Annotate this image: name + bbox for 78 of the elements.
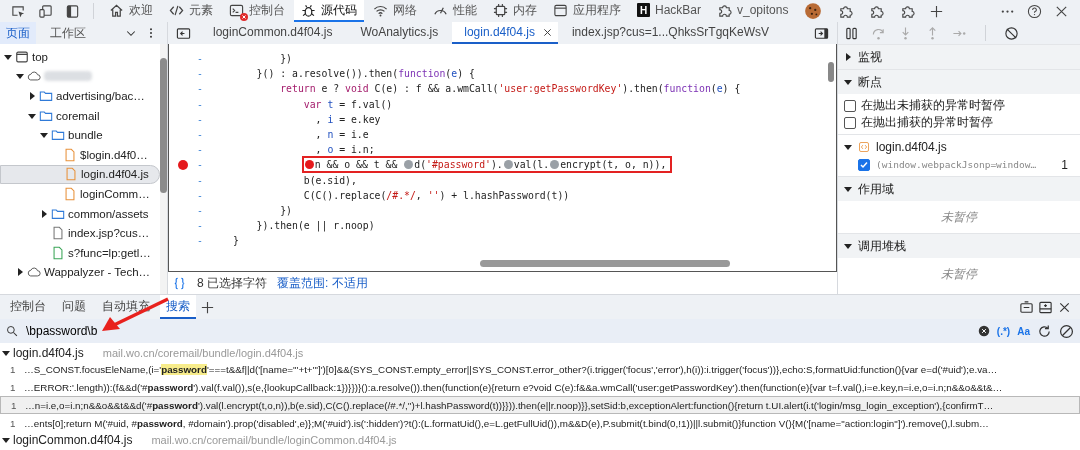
tree-item[interactable]: login.d4f04.js: [0, 164, 160, 185]
drawer-tab[interactable]: 问题: [56, 295, 92, 319]
panel-tab[interactable]: 性能: [426, 0, 484, 22]
result-file[interactable]: login.d4f04.js mail.wo.cn/coremail/bundle/login.d4f04.js: [0, 345, 1080, 360]
section-header[interactable]: 作用域: [838, 176, 1080, 201]
section-header[interactable]: 断点: [838, 69, 1080, 94]
match-case-toggle[interactable]: Aa: [1017, 325, 1030, 337]
navigator-tab[interactable]: 页面: [0, 22, 36, 44]
panel-tab[interactable]: 元素: [162, 0, 220, 22]
tree-item[interactable]: loginComm…: [0, 184, 160, 204]
result-file[interactable]: loginCommon.d4f04.js mail.wo.cn/coremail/bundle/loginCommon.d4f04.js: [0, 432, 1080, 447]
code-line: }: [232, 234, 240, 248]
drawer-tab[interactable]: 搜索: [160, 295, 196, 319]
search-result[interactable]: 1 …ERROR:'.length)):(f&&d('#password').val(f.val()),s(e,{lookupCallback:1})}})}():a.resolve()).then(function(e){return e?void C(e):f&&a.wmCall('user:getPasswordKey').then(function(e){var t=f.val(),i=e.key,n=i.e,o=i.n;n&&o&&t&…: [0, 378, 1080, 396]
search-input[interactable]: \bpassword\b: [26, 324, 971, 338]
line-number: -: [197, 144, 204, 156]
code-line: return e ? void C(e) : f && a.wmCall('user:getPasswordKey').then(function(e) {: [279, 82, 742, 96]
file-tab[interactable]: WoAnalytics.js: [346, 22, 453, 44]
tree-item[interactable]: common/assets: [0, 203, 160, 224]
section-header[interactable]: 调用堆栈: [838, 233, 1080, 258]
file-tab[interactable]: loginCommon.d4f04.js: [199, 22, 347, 44]
breakpoint-code: (window.webpackJsonp=window…: [876, 159, 1037, 170]
line-number: -: [197, 174, 204, 186]
tree-item[interactable]: bundle: [0, 125, 160, 145]
code-line: C(C().replace(/#.*/, '') + l.hashPassword(t)): [302, 188, 571, 202]
search-result[interactable]: 1 …ents[0];return M('#uid, #password, #domain').prop('disabled',e)};M('#uid').is(':hidden')?t():(L.formatUid(),e=L.getFullUid()),m&&D(e),P.submit(t.bind(0,!1))||l.submit()}function V(){M('[name="action:login"]').remove(),l.subm…: [0, 414, 1080, 432]
drawer-tab[interactable]: 控制台: [4, 295, 52, 319]
code-line: }): [279, 52, 293, 66]
selection-status: 8 已选择字符: [197, 274, 267, 292]
empty-message: 未暂停: [941, 265, 977, 283]
file-tab[interactable]: login.d4f04.js: [452, 22, 558, 44]
tree-item[interactable]: s?func=lp:getl…: [0, 242, 160, 263]
code-line: , n = i.e: [314, 128, 370, 142]
tree-item[interactable]: coremail: [0, 105, 160, 126]
breakpoint-file[interactable]: login.d4f04.js: [844, 138, 1074, 156]
code-line: b(e.sid),: [302, 173, 358, 187]
extension-icon: H: [637, 3, 650, 17]
line-number: -: [197, 113, 204, 125]
checkbox-label: 在抛出捕获的异常时暂停: [861, 115, 993, 130]
line-number: -: [197, 129, 204, 141]
tree-item[interactable]: top: [0, 47, 160, 67]
file-tab[interactable]: index.jsp?cus=1...QhksSrTgqKeWsV: [557, 22, 784, 44]
line-number: -: [197, 68, 204, 80]
line-number: -: [197, 189, 204, 201]
line-number: 1: [1061, 157, 1069, 172]
line-number: -: [197, 235, 204, 247]
code-line: , i = e.key: [314, 112, 382, 126]
tree-item[interactable]: index.jsp?cus…: [0, 223, 160, 243]
line-number: -: [197, 98, 204, 110]
tree-item[interactable]: advertising/bac…: [0, 86, 160, 106]
coverage-link[interactable]: 覆盖范围: 不适用: [277, 274, 368, 292]
section-header[interactable]: 监视: [838, 44, 1080, 69]
tree-item[interactable]: Wappalyzer - Tech…: [0, 262, 160, 283]
search-result[interactable]: 1 …S_CONST.focusEleName,(i='password'===t&&f||d('[name="'+t+'"]')[0]&&(SYS_CONST.empty_error||SYS_CONST.error_other?(i.trigger('focus','error'),h(i)):i.trigger('focus'))},echo:S,formatUid:function(){var e=d('#uid');e.va…: [0, 360, 1080, 378]
panel-tab[interactable]: 控制台: [222, 0, 292, 22]
line-number: -: [197, 159, 204, 171]
code-line: }() : a.resolve()).then(function(e) {: [255, 67, 476, 81]
code-line: }).then(e || r.noop): [255, 219, 376, 233]
line-number: -: [197, 220, 204, 232]
checkbox-label: 在抛出未捕获的异常时暂停: [861, 98, 1005, 113]
panel-tab[interactable]: H HackBar: [630, 0, 708, 22]
code-line: , o = i.n;: [314, 143, 376, 157]
code-line: }): [279, 203, 293, 217]
regex-toggle[interactable]: (.*): [996, 325, 1011, 337]
tree-item[interactable]: $login.d4f0…: [0, 144, 160, 165]
navigator-tab[interactable]: 工作区: [44, 22, 92, 44]
search-result[interactable]: 1 …n=i.e,o=i.n;n&&o&&t&&d('#password').val(l.encrypt(t,o,n)),b(e.sid),C(C().replace(/#.*/,'')+l.hashPassword(t))}})).then(e||r.noop)}},setSid:b,exceptionAlert:function(){return t.UI.alert(i.t('login/msg_login_exception'),{confirmT…: [0, 396, 1080, 414]
panel-tab[interactable]: 内存: [486, 0, 544, 22]
panel-tab[interactable]: 网络: [366, 0, 424, 22]
empty-message: 未暂停: [941, 208, 977, 226]
code-line: var t = f.val(): [302, 97, 394, 111]
panel-tab[interactable]: 应用程序: [546, 0, 628, 22]
line-number: -: [197, 53, 204, 65]
line-number: -: [197, 204, 204, 216]
panel-tab[interactable]: v_opitons: [710, 0, 796, 22]
panel-tab[interactable]: 源代码: [294, 0, 364, 22]
panel-tab[interactable]: 欢迎: [102, 0, 160, 22]
line-number: -: [197, 83, 204, 95]
